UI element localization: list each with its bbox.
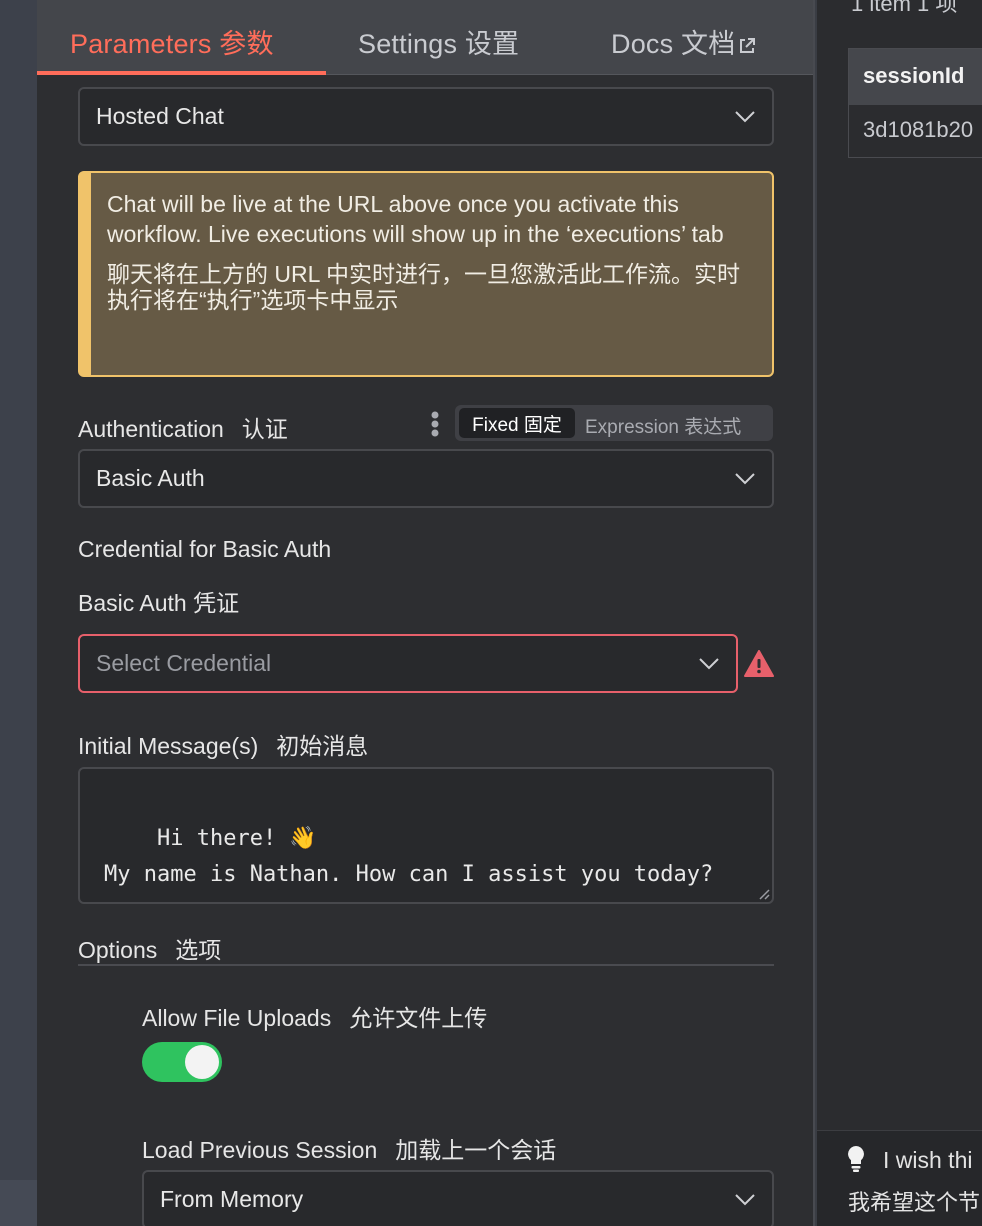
chevron-down-icon [699, 657, 719, 669]
table-cell[interactable]: 3d1081b20 [849, 105, 982, 157]
load-previous-session-select[interactable]: From Memory [142, 1170, 774, 1226]
load-previous-session-label-zh: 加载上一个会话 [395, 1137, 557, 1163]
left-backdrop-strip [0, 1180, 37, 1226]
toggle-knob [185, 1045, 219, 1079]
feedback-text[interactable]: I wish thi [883, 1147, 972, 1174]
activation-notice: Chat will be live at the URL above once … [78, 171, 774, 377]
warning-icon [744, 650, 774, 677]
authentication-select-value: Basic Auth [96, 465, 205, 491]
active-tab-indicator [37, 71, 326, 75]
feedback-text-zh: 我希望这个节 [848, 1190, 981, 1215]
credential-select-placeholder: Select Credential [96, 650, 272, 676]
credential-select[interactable]: Select Credential [78, 634, 738, 693]
allow-file-uploads-label-zh: 允许文件上传 [349, 1005, 488, 1031]
options-label: Options 选项 [78, 931, 221, 965]
external-link-icon [740, 37, 756, 53]
load-previous-session-value: From Memory [160, 1186, 304, 1212]
fixed-expression-toggle: Fixed 固定 Expression 表达式 [455, 405, 773, 441]
authentication-label: Authentication 认证 [78, 410, 288, 444]
tab-settings[interactable]: Settings 设置 [358, 22, 519, 61]
item-count: 1 item 1 项 [851, 0, 958, 16]
more-options-icon[interactable] [428, 410, 442, 438]
mode-select[interactable]: Hosted Chat [78, 87, 774, 146]
credential-label: Credential for Basic Auth [78, 536, 332, 562]
load-previous-session-label: Load Previous Session 加载上一个会话 [142, 1131, 556, 1165]
notice-text-en: Chat will be live at the URL above once … [107, 191, 724, 247]
chevron-down-icon [735, 472, 755, 484]
initial-messages-textarea[interactable]: Hi there! 👋 My name is Nathan. How can I… [78, 767, 774, 904]
mode-select-value: Hosted Chat [96, 103, 224, 129]
tab-docs-label: Docs 文档 [611, 29, 736, 59]
options-divider [78, 964, 774, 966]
options-label-zh: 选项 [175, 937, 222, 963]
authentication-label-zh: 认证 [241, 416, 288, 442]
credential-label-zh: Basic Auth 凭证 [78, 590, 240, 616]
expression-mode-button[interactable]: Expression 表达式 [585, 412, 741, 439]
lightbulb-icon [848, 1146, 864, 1172]
initial-messages-label-zh: 初始消息 [276, 733, 369, 759]
resize-handle-icon[interactable] [758, 888, 770, 900]
authentication-select[interactable]: Basic Auth [78, 449, 774, 508]
output-panel: 1 item 1 项 sessionId 3d1081b20 I wish th… [817, 0, 982, 1226]
left-backdrop [0, 0, 37, 1226]
feedback-bar: I wish thi 我希望这个节 [817, 1130, 982, 1226]
tab-docs[interactable]: Docs 文档 [611, 22, 757, 61]
allow-file-uploads-toggle[interactable] [142, 1042, 222, 1082]
load-previous-session-label-en: Load Previous Session [142, 1137, 378, 1163]
options-label-en: Options [78, 937, 158, 963]
initial-messages-value: Hi there! 👋 My name is Nathan. How can I… [104, 826, 714, 887]
authentication-label-en: Authentication [78, 416, 224, 442]
initial-messages-label: Initial Message(s) 初始消息 [78, 727, 368, 761]
node-parameters-panel: Parameters 参数 Settings 设置 Docs 文档 Hosted… [37, 0, 815, 1226]
table-header-sessionid: sessionId [849, 49, 982, 105]
chevron-down-icon [735, 1193, 755, 1205]
panel-tabs: Parameters 参数 Settings 设置 Docs 文档 [37, 0, 813, 75]
tab-parameters[interactable]: Parameters 参数 [70, 22, 274, 61]
allow-file-uploads-label: Allow File Uploads 允许文件上传 [142, 999, 487, 1033]
initial-messages-label-en: Initial Message(s) [78, 733, 259, 759]
output-table: sessionId 3d1081b20 [848, 48, 982, 158]
chevron-down-icon [735, 110, 755, 122]
fixed-mode-button[interactable]: Fixed 固定 [459, 408, 575, 438]
notice-text-zh: 聊天将在上方的 URL 中实时进行，一旦您激活此工作流。实时执行将在“执行”选项… [107, 261, 740, 313]
allow-file-uploads-label-en: Allow File Uploads [142, 1005, 332, 1031]
